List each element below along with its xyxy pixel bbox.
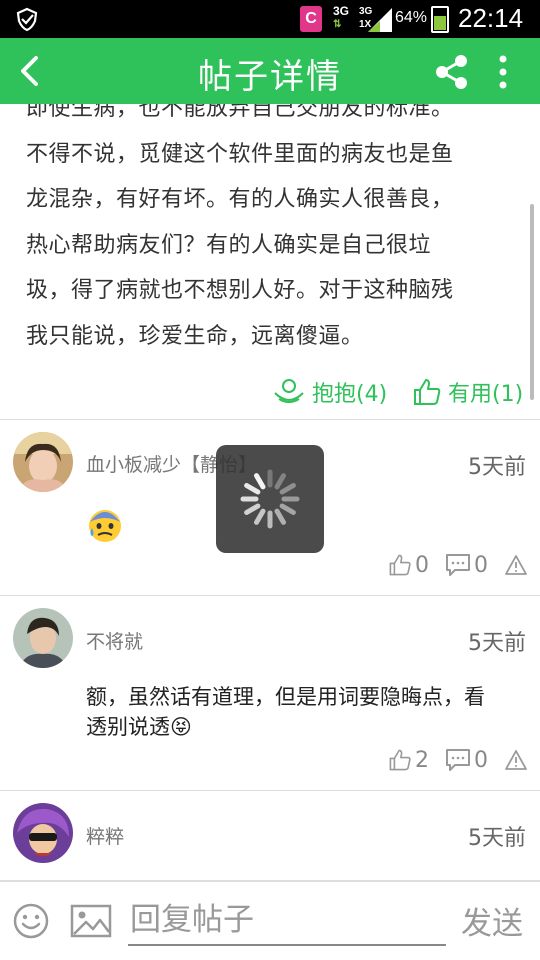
like-button[interactable]: 2 bbox=[388, 748, 429, 773]
useful-label: 有用(1) bbox=[448, 382, 524, 407]
thumbs-up-icon bbox=[389, 749, 411, 771]
spinner-spoke bbox=[254, 508, 266, 525]
hug-button[interactable]: 抱抱(4) bbox=[272, 372, 387, 412]
avatar[interactable] bbox=[13, 608, 73, 668]
shield-check-icon bbox=[16, 7, 38, 32]
comment-icon bbox=[446, 554, 470, 576]
anxious-sweat-emoji-icon bbox=[89, 510, 121, 542]
post-actions: 抱抱(4) 有用(1) bbox=[272, 372, 534, 412]
reply-bar: 发送 bbox=[0, 881, 540, 960]
comment-author[interactable]: 不将就 bbox=[86, 627, 143, 654]
reply-input[interactable] bbox=[128, 896, 446, 946]
network-3g-label: 3G ⇅ bbox=[333, 4, 350, 31]
spinner-icon bbox=[240, 469, 300, 529]
post-body: 即使生病，也不能放弃自己交朋友的标准。 不得不说，觅健这个软件里面的病友也是鱼 … bbox=[26, 104, 526, 359]
loading-spinner bbox=[216, 445, 324, 553]
reply-button[interactable]: 0 bbox=[445, 553, 488, 578]
spinner-spoke bbox=[244, 503, 261, 515]
image-icon[interactable] bbox=[70, 904, 112, 938]
reply-count: 0 bbox=[474, 747, 488, 773]
thumbs-up-icon bbox=[414, 379, 441, 405]
battery-percent: 64% bbox=[395, 9, 428, 26]
hug-label: 抱抱(4) bbox=[312, 382, 388, 407]
comment-stats: 2 0 bbox=[372, 745, 528, 775]
post-line: 我只能说，珍爱生命，远离傻逼。 bbox=[26, 323, 364, 349]
comment-time: 5天前 bbox=[468, 455, 526, 480]
post-line: 热心帮助病友们？有的人确实是自己很垃 bbox=[26, 232, 432, 258]
report-button[interactable] bbox=[504, 749, 528, 771]
spinner-spoke bbox=[274, 508, 286, 525]
post-content: 即使生病，也不能放弃自己交朋友的标准。 不得不说，觅健这个软件里面的病友也是鱼 … bbox=[0, 104, 540, 420]
share-icon[interactable] bbox=[432, 52, 472, 92]
status-bar: C 3G ⇅ 3G 1X 64% 22:14 bbox=[0, 0, 540, 38]
like-count: 2 bbox=[415, 747, 429, 773]
spinner-spoke bbox=[254, 473, 266, 490]
more-vertical-icon[interactable] bbox=[488, 52, 518, 92]
post-line: 龙混杂，有好有坏。有的人确实人很善良， bbox=[26, 187, 454, 212]
thumbs-up-icon bbox=[389, 554, 411, 576]
warning-icon bbox=[505, 750, 527, 770]
header-bar: 帖子详情 bbox=[0, 38, 540, 104]
avatar[interactable] bbox=[13, 803, 73, 863]
battery-icon bbox=[431, 6, 449, 33]
post-line: 即使生病，也不能放弃自己交朋友的标准。 bbox=[26, 104, 454, 121]
comment-time: 5天前 bbox=[468, 631, 526, 656]
spinner-spoke bbox=[279, 483, 296, 495]
like-button[interactable]: 0 bbox=[388, 553, 429, 578]
comment-stats: 0 0 bbox=[372, 550, 528, 580]
spinner-spoke bbox=[274, 473, 286, 490]
post-line: 不得不说，觅健这个软件里面的病友也是鱼 bbox=[26, 141, 454, 167]
send-button[interactable]: 发送 bbox=[461, 898, 523, 943]
comment-icon bbox=[446, 749, 470, 771]
reply-count: 0 bbox=[474, 552, 488, 578]
hug-icon bbox=[274, 379, 304, 403]
report-button[interactable] bbox=[504, 554, 528, 576]
useful-button[interactable]: 有用(1) bbox=[412, 372, 523, 412]
spinner-spoke bbox=[279, 503, 296, 515]
warning-icon bbox=[505, 555, 527, 575]
post-line: 圾，得了病就也不想别人好。对于这种脑残 bbox=[26, 278, 454, 303]
comment-item[interactable]: 粹粹 5天前 bbox=[0, 791, 540, 881]
clock: 22:14 bbox=[458, 3, 524, 33]
reply-button[interactable]: 0 bbox=[445, 748, 488, 773]
like-count: 0 bbox=[415, 552, 429, 578]
avatar[interactable] bbox=[13, 432, 73, 492]
app-notification-icon: C bbox=[300, 6, 322, 32]
signal-icon bbox=[368, 8, 392, 32]
scrollbar[interactable] bbox=[530, 204, 534, 400]
emoji-icon[interactable] bbox=[12, 902, 50, 940]
comment-text: 额，虽然话有道理，但是用词要隐晦点，看透别说透😝 bbox=[86, 685, 485, 739]
comment-item[interactable]: 不将就 5天前 额，虽然话有道理，但是用词要隐晦点，看透别说透😝 2 0 bbox=[0, 596, 540, 791]
spinner-spoke bbox=[244, 483, 261, 495]
comment-author[interactable]: 粹粹 bbox=[86, 822, 124, 849]
comment-time: 5天前 bbox=[468, 826, 526, 851]
